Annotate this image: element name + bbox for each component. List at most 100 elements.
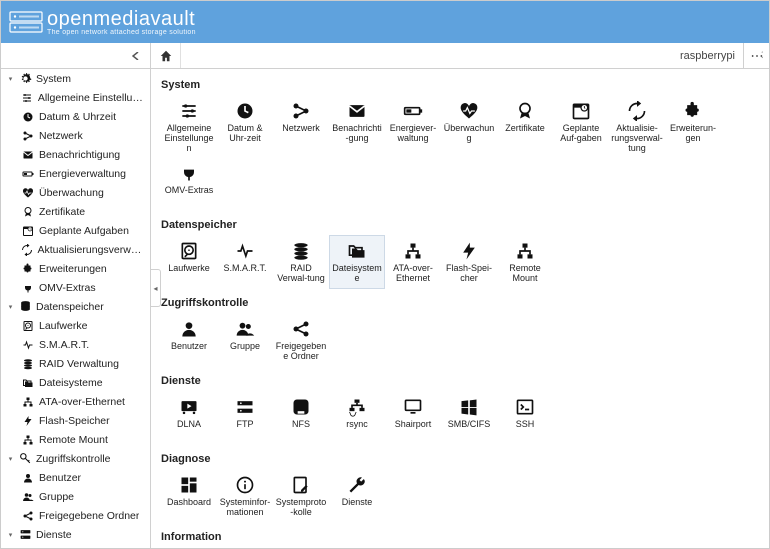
sidebar-item-energieverwaltung[interactable]: Energieverwaltung — [1, 164, 150, 183]
calendar-icon — [571, 100, 591, 122]
tile--berwachung[interactable]: Überwachung — [441, 95, 497, 157]
tile-erweiterun-gen[interactable]: Erweiterun-gen — [665, 95, 721, 157]
tile-label: Systemproto-kolle — [275, 498, 327, 518]
tile-s-m-a-r-t-[interactable]: S.M.A.R.T. — [217, 235, 273, 289]
tile-dashboard[interactable]: Dashboard — [161, 469, 217, 523]
sidebar-item-remote-mount[interactable]: Remote Mount — [1, 430, 150, 449]
sidebar-item-laufwerke[interactable]: Laufwerke — [1, 316, 150, 335]
tile-ssh[interactable]: SSH — [497, 391, 553, 445]
sidebar-item-label: Zugriffskontrolle — [36, 453, 111, 465]
tile-laufwerke[interactable]: Laufwerke — [161, 235, 217, 289]
tile-zertifikate[interactable]: Zertifikate — [497, 95, 553, 157]
tile-remote-mount[interactable]: Remote Mount — [497, 235, 553, 289]
windows-icon — [459, 396, 479, 418]
sidebar-item-label: RAID Verwaltung — [39, 358, 119, 370]
tile-gruppe[interactable]: Gruppe — [217, 313, 273, 367]
tile-label: Dienste — [342, 498, 373, 508]
tile-shairport[interactable]: Shairport — [385, 391, 441, 445]
tile-label: Laufwerke — [168, 264, 210, 274]
sidebar-item-s-m-a-r-t-[interactable]: S.M.A.R.T. — [1, 335, 150, 354]
tile-aktualisie-rungsverwal-tung[interactable]: Aktualisie-rungsverwal-tung — [609, 95, 665, 157]
sidebar-item-flash-speicher[interactable]: Flash-Speicher — [1, 411, 150, 430]
sidebar-item-datum-uhrzeit[interactable]: Datum & Uhrzeit — [1, 107, 150, 126]
sidebar-item-omv-extras[interactable]: OMV-Extras — [1, 278, 150, 297]
sidebar-item-ata-over-ethernet[interactable]: ATA-over-Ethernet — [1, 392, 150, 411]
tile-ata-over-ethernet[interactable]: ATA-over-Ethernet — [385, 235, 441, 289]
tile-dlna[interactable]: DLNA — [161, 391, 217, 445]
sidebar-item-label: Datenspeicher — [36, 301, 104, 313]
sidebar-item-label: Benutzer — [39, 472, 81, 484]
tile-dateisysteme[interactable]: Dateisysteme — [329, 235, 385, 289]
tile-raid-verwal-tung[interactable]: RAID Verwal-tung — [273, 235, 329, 289]
tile-netzwerk[interactable]: Netzwerk — [273, 95, 329, 157]
hostname-label: raspberrypi — [672, 43, 743, 68]
tile-label: ATA-over-Ethernet — [387, 264, 439, 284]
tile-ftp[interactable]: FTP — [217, 391, 273, 445]
battery-icon — [21, 167, 35, 181]
tile-rsync[interactable]: rsync — [329, 391, 385, 445]
sidebar-item-dateisysteme[interactable]: Dateisysteme — [1, 373, 150, 392]
tile-spenden[interactable]: Spenden — [161, 547, 217, 548]
tile-smb-cifs[interactable]: SMB/CIFS — [441, 391, 497, 445]
sidebar-item-dlna[interactable]: DLNA — [1, 544, 150, 548]
tile-label: Benutzer — [171, 342, 207, 352]
sidebar-item-geplante-aufgaben[interactable]: Geplante Aufgaben — [1, 221, 150, 240]
sidebar-item-datenspeicher[interactable]: ▾Datenspeicher — [1, 297, 150, 316]
pulse-icon — [21, 338, 35, 352]
sidebar-item--berwachung[interactable]: Überwachung — [1, 183, 150, 202]
sidebar-item-dienste[interactable]: ▾Dienste — [1, 525, 150, 544]
database-icon — [18, 300, 32, 314]
tile-support[interactable]: Support — [217, 547, 273, 548]
sidebar-item-freigegebene-ordner[interactable]: Freigegebene Ordner — [1, 506, 150, 525]
tile--ber[interactable]: Über — [273, 547, 329, 548]
clock-icon — [235, 100, 255, 122]
sidebar-item-netzwerk[interactable]: Netzwerk — [1, 126, 150, 145]
tile-freigegebene-ordner[interactable]: Freigegebene Ordner — [273, 313, 329, 367]
tile-omv-extras[interactable]: OMV-Extras — [161, 157, 217, 211]
tile-label: Dashboard — [167, 498, 211, 508]
sidebar-item-system[interactable]: ▾System — [1, 69, 150, 88]
logo-icon — [9, 9, 43, 35]
sidebar-item-zertifikate[interactable]: Zertifikate — [1, 202, 150, 221]
sidebar-item-allgemeine-einstellungen[interactable]: Allgemeine Einstellungen — [1, 88, 150, 107]
sidebar-collapse-button[interactable] — [1, 43, 151, 68]
sidebar-item-label: Erweiterungen — [39, 263, 107, 275]
tile-label: Flash-Spei-cher — [443, 264, 495, 284]
tile-systemproto-kolle[interactable]: Systemproto-kolle — [273, 469, 329, 523]
sidebar-item-benachrichtigung[interactable]: Benachrichtigung — [1, 145, 150, 164]
tile-label: Allgemeine Einstellungen — [163, 124, 215, 154]
tile-energiever-waltung[interactable]: Energiever-waltung — [385, 95, 441, 157]
ftp-icon — [235, 396, 255, 418]
tile-flash-spei-cher[interactable]: Flash-Spei-cher — [441, 235, 497, 289]
tile-systeminfor-mationen[interactable]: Systeminfor-mationen — [217, 469, 273, 523]
sliders-icon — [21, 91, 34, 105]
sidebar-item-label: Benachrichtigung — [39, 149, 120, 161]
home-button[interactable] — [151, 43, 181, 68]
tile-label: Systeminfor-mationen — [219, 498, 271, 518]
sidebar-expand-handle[interactable]: ◂ — [151, 269, 161, 307]
sidebar-item-raid-verwaltung[interactable]: RAID Verwaltung — [1, 354, 150, 373]
tile-datum-uhr-zeit[interactable]: Datum & Uhr-zeit — [217, 95, 273, 157]
tile-benutzer[interactable]: Benutzer — [161, 313, 217, 367]
folders-icon — [347, 240, 367, 262]
tile-label: Aktualisie-rungsverwal-tung — [611, 124, 663, 154]
sidebar-item-label: Laufwerke — [39, 320, 87, 332]
tile-geplante-auf-gaben[interactable]: Geplante Auf-gaben — [553, 95, 609, 157]
cog-icon — [18, 72, 32, 86]
sidebar-item-label: Dienste — [36, 529, 72, 541]
sidebar-item-zugriffskontrolle[interactable]: ▾Zugriffskontrolle — [1, 449, 150, 468]
user-menu-button[interactable] — [743, 43, 769, 68]
sidebar-item-label: Allgemeine Einstellungen — [38, 92, 146, 104]
tile-benachrichti-gung[interactable]: Benachrichti-gung — [329, 95, 385, 157]
sidebar-item-aktualisierungsverwaltung[interactable]: Aktualisierungsverwaltung — [1, 240, 150, 259]
tile-allgemeine-einstellungen[interactable]: Allgemeine Einstellungen — [161, 95, 217, 157]
brand-title: openmediavault — [47, 9, 196, 29]
refresh-icon — [21, 243, 33, 257]
tile-dienste[interactable]: Dienste — [329, 469, 385, 523]
sidebar-item-gruppe[interactable]: Gruppe — [1, 487, 150, 506]
section-title: Datenspeicher — [161, 219, 759, 231]
sidebar-item-erweiterungen[interactable]: Erweiterungen — [1, 259, 150, 278]
section-title: Information — [161, 531, 759, 543]
tile-nfs[interactable]: NFS — [273, 391, 329, 445]
sidebar-item-benutzer[interactable]: Benutzer — [1, 468, 150, 487]
